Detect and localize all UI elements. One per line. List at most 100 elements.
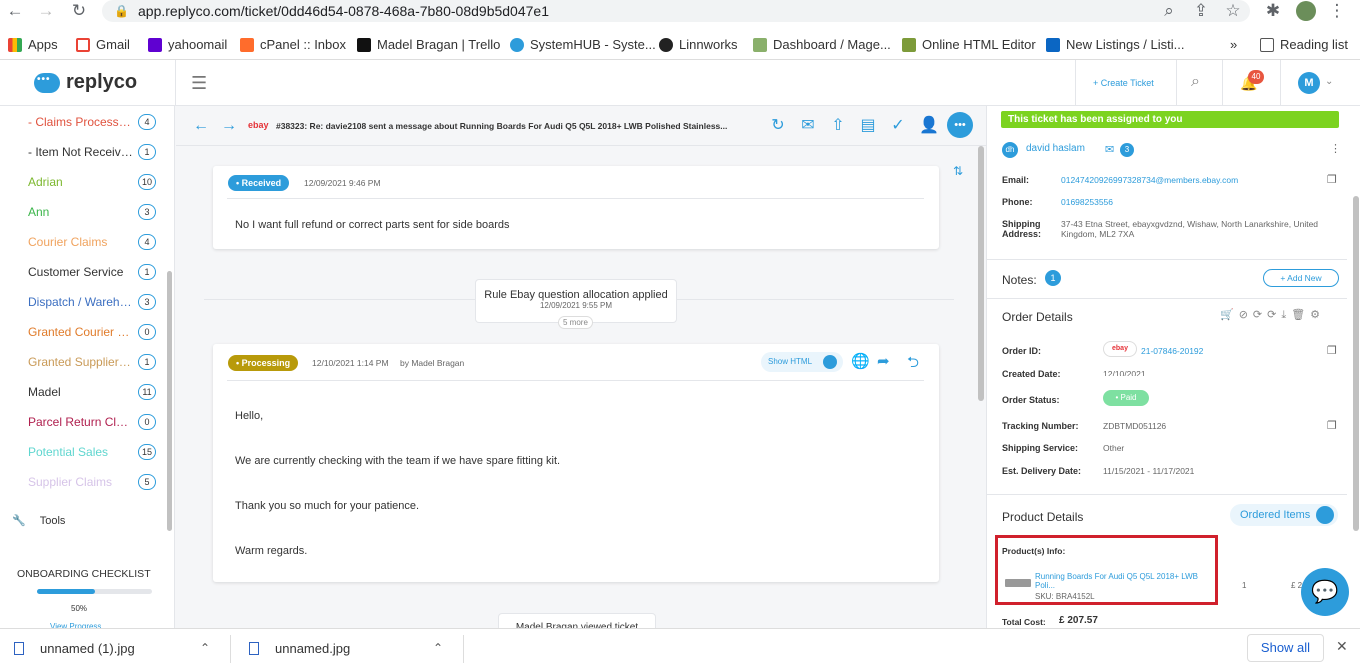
- bookmark-yahoomail[interactable]: yahoomail: [148, 30, 227, 60]
- archive-icon[interactable]: ▤: [859, 117, 877, 135]
- sidebar-item[interactable]: Madel 11: [28, 377, 158, 407]
- reading-list[interactable]: Reading list: [1260, 30, 1348, 60]
- star-icon[interactable]: ☆: [1224, 2, 1242, 20]
- chat-bubble-button[interactable]: •••: [947, 112, 973, 138]
- chevron-down-icon[interactable]: ⌄: [1325, 76, 1333, 87]
- bookmark-cpanel[interactable]: cPanel :: Inbox: [240, 30, 346, 60]
- sidebar-item[interactable]: Dispatch / Warehous... 3: [28, 287, 158, 317]
- bookmark-new-listings[interactable]: New Listings / Listi...: [1046, 30, 1185, 60]
- sidebar-item[interactable]: Adrian 10: [28, 167, 158, 197]
- envelope-icon[interactable]: ✉: [1105, 143, 1114, 156]
- address-bar[interactable]: 🔒 app.replyco.com/ticket/0dd46d54-0878-4…: [102, 0, 1250, 22]
- sidebar-item-count-badge: 10: [138, 174, 156, 190]
- back-arrow-icon[interactable]: ←: [192, 117, 210, 135]
- close-icon[interactable]: ✕: [1336, 638, 1348, 655]
- ordered-items-toggle[interactable]: Ordered Items: [1230, 504, 1338, 526]
- replyco-logo[interactable]: replyco: [34, 71, 137, 94]
- reload-icon[interactable]: ↻: [70, 2, 88, 20]
- hamburger-menu-icon[interactable]: ☰: [191, 73, 207, 94]
- reply-icon[interactable]: ⮌: [907, 352, 919, 377]
- sidebar-item[interactable]: - Item Not Received 1: [28, 137, 158, 167]
- chevron-up-icon[interactable]: ⌃: [433, 641, 443, 655]
- bookmark-linnworks[interactable]: Linnworks: [659, 30, 738, 60]
- download-item[interactable]: unnamed (1).jpg: [14, 641, 135, 656]
- more-options-icon[interactable]: ⋮: [1330, 142, 1341, 155]
- bookmark-label: Linnworks: [679, 37, 738, 52]
- product-name-link[interactable]: Running Boards For Audi Q5 Q5L 2018+ LWB…: [1035, 572, 1205, 590]
- copy-icon[interactable]: ❐: [1327, 344, 1337, 357]
- assign-user-icon[interactable]: 👤: [919, 117, 939, 135]
- onboarding-progress-fill: [37, 589, 95, 594]
- order-id-value[interactable]: 21-07846-20192: [1141, 346, 1203, 356]
- refresh-icon[interactable]: ↻: [769, 117, 787, 135]
- order-actions-icons[interactable]: 🛒⊘⟳⟳⤓🗑⚙: [1220, 308, 1325, 322]
- yahoo-icon: [148, 38, 162, 52]
- mail-icon[interactable]: ✉: [799, 117, 817, 135]
- user-avatar[interactable]: M: [1298, 72, 1320, 94]
- copy-icon[interactable]: ❐: [1327, 419, 1337, 432]
- bookmark-systemhub[interactable]: SystemHUB - Syste...: [510, 30, 656, 60]
- copy-icon[interactable]: ❐: [1327, 173, 1337, 186]
- conversation-scrollbar[interactable]: [978, 146, 984, 401]
- add-note-button[interactable]: + Add New: [1263, 269, 1339, 287]
- sidebar-item[interactable]: Granted Supplier Cla... 1: [28, 347, 158, 377]
- profile-avatar[interactable]: [1296, 1, 1316, 21]
- email-label: Email:: [1002, 175, 1030, 185]
- show-all-button[interactable]: Show all: [1247, 634, 1324, 662]
- notification-count-badge: 40: [1248, 70, 1264, 84]
- sidebar-item[interactable]: Supplier Claims 5: [28, 467, 158, 497]
- shipping-service-label: Shipping Service:: [1002, 443, 1079, 453]
- sidebar-item[interactable]: Courier Claims 4: [28, 227, 158, 257]
- gmail-icon: [76, 38, 90, 52]
- sidebar-item-tools[interactable]: 🔧 Tools: [12, 514, 65, 528]
- download-item[interactable]: unnamed.jpg: [249, 641, 350, 656]
- bookmark-apps[interactable]: Apps: [8, 30, 58, 60]
- assigned-banner: This ticket has been assigned to you: [1001, 111, 1339, 128]
- phone-value[interactable]: 01698253556: [1061, 197, 1113, 207]
- forward-icon[interactable]: →: [37, 2, 55, 20]
- sidebar-item[interactable]: Potential Sales 15: [28, 437, 158, 467]
- sidebar-item-label: Madel: [28, 385, 61, 399]
- sidebar-item-label: - Claims Processing: [28, 115, 133, 129]
- show-more-events-button[interactable]: 5 more: [558, 316, 593, 329]
- bookmarks-overflow-icon[interactable]: »: [1230, 30, 1237, 60]
- sidebar-scrollbar[interactable]: [167, 271, 172, 531]
- sort-icon[interactable]: ⇅: [953, 164, 963, 178]
- live-chat-button[interactable]: 💬: [1301, 568, 1349, 616]
- sidebar-item[interactable]: - Claims Processing 4: [28, 107, 158, 137]
- sidebar-item[interactable]: Customer Service 1: [28, 257, 158, 287]
- email-value[interactable]: 01247420926997328734@members.ebay.com: [1061, 175, 1238, 185]
- bookmark-html-editor[interactable]: Online HTML Editor: [902, 30, 1036, 60]
- back-icon[interactable]: ←: [6, 2, 24, 20]
- menu-kebab-icon[interactable]: ⋮: [1328, 2, 1346, 20]
- zoom-icon[interactable]: ⌕: [1160, 2, 1178, 20]
- onboarding-progress-text: 50%: [71, 604, 88, 613]
- shipping-service-value: Other: [1103, 443, 1125, 453]
- sidebar-item[interactable]: Parcel Return Claims 0: [28, 407, 158, 437]
- sidebar-item[interactable]: Ann 3: [28, 197, 158, 227]
- bookmark-gmail[interactable]: Gmail: [76, 30, 130, 60]
- share-icon[interactable]: ⇪: [1192, 2, 1210, 20]
- sidebar-item[interactable]: Granted Courier Clai... 0: [28, 317, 158, 347]
- order-details-title: Order Details: [1002, 310, 1073, 324]
- forward-share-icon[interactable]: ➦: [877, 352, 890, 370]
- forward-arrow-icon[interactable]: →: [220, 117, 238, 135]
- total-cost-label: Total Cost:: [1002, 617, 1046, 627]
- toggle-knob: [1316, 506, 1334, 524]
- details-scrollbar[interactable]: [1353, 196, 1359, 531]
- create-ticket-button[interactable]: + Create Ticket: [1093, 78, 1154, 88]
- upload-icon[interactable]: ⇧: [829, 117, 847, 135]
- globe-icon[interactable]: 🌐: [851, 352, 870, 370]
- extensions-icon[interactable]: ✱: [1264, 2, 1282, 20]
- trello-board-icon: [1046, 38, 1060, 52]
- show-html-toggle[interactable]: Show HTML: [761, 352, 843, 372]
- sidebar-item-count-badge: 4: [138, 234, 156, 250]
- ticket-details-panel: This ticket has been assigned to you dh …: [986, 106, 1360, 628]
- search-icon[interactable]: ⌕: [1191, 73, 1200, 91]
- chevron-up-icon[interactable]: ⌃: [200, 641, 210, 655]
- bookmark-trello[interactable]: Madel Bragan | Trello: [357, 30, 500, 60]
- check-icon[interactable]: ✓: [889, 117, 907, 135]
- customer-name[interactable]: david haslam: [1026, 143, 1085, 154]
- sidebar-item-count-badge: 3: [138, 204, 156, 220]
- bookmark-magento[interactable]: Dashboard / Mage...: [753, 30, 891, 60]
